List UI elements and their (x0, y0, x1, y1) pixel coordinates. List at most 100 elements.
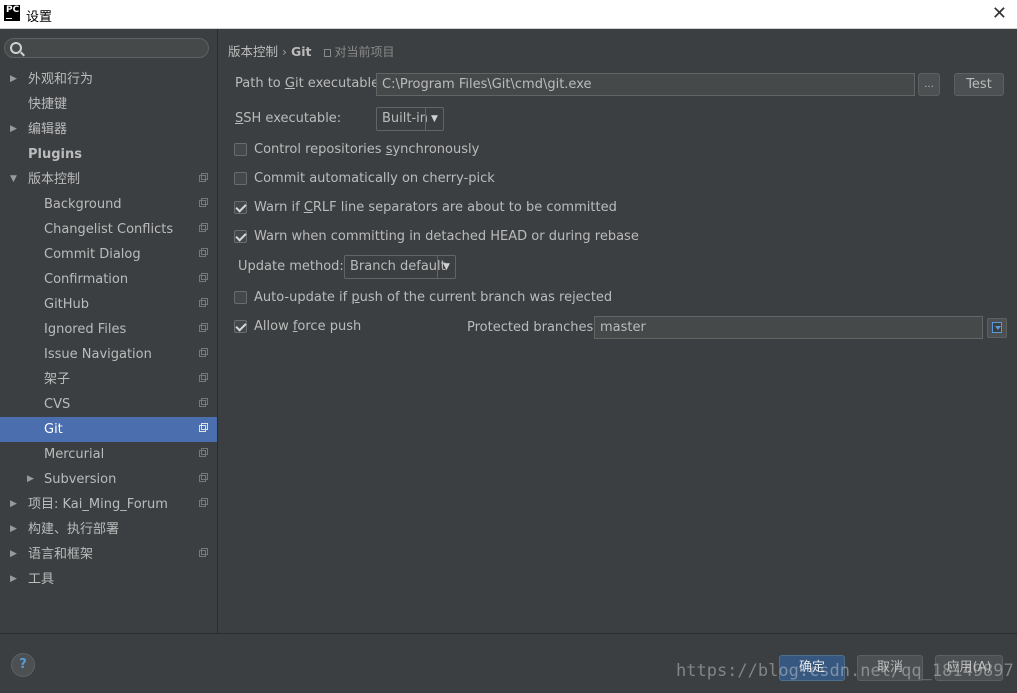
scope-label: 对当前项目 (334, 45, 395, 59)
sidebar-item-label: Ignored Files (44, 322, 127, 337)
settings-search-input[interactable] (4, 38, 209, 58)
git-path-label: Path to Git executable: (235, 76, 384, 91)
sidebar-item-label: 构建、执行部署 (28, 522, 120, 537)
sidebar-item[interactable]: Plugins (0, 142, 217, 167)
dialog-footer: ? 确定 取消 应用(A) https://blog.csdn.net/qq_1… (0, 633, 1017, 693)
chevron-right-icon[interactable]: ▶ (10, 517, 17, 542)
sidebar-item[interactable]: Background (0, 192, 217, 217)
chevron-right-icon[interactable]: ▶ (10, 567, 17, 592)
sidebar-item[interactable]: 快捷键 (0, 92, 217, 117)
scope-indicator: 对当前项目 (323, 45, 395, 59)
chevron-right-icon[interactable]: ▶ (10, 67, 17, 92)
sidebar-item-label: 架子 (44, 372, 71, 387)
project-scope-icon (199, 198, 208, 207)
checkbox[interactable] (234, 172, 247, 185)
sidebar-item[interactable]: Issue Navigation (0, 342, 217, 367)
sidebar-item[interactable]: Changelist Conflicts (0, 217, 217, 242)
cancel-button[interactable]: 取消 (857, 655, 923, 681)
project-scope-icon (199, 298, 208, 307)
project-scope-icon (199, 473, 208, 482)
sidebar-item[interactable]: ▶ 外观和行为 (0, 67, 217, 92)
sidebar-item-label: 版本控制 (28, 172, 81, 187)
option-label: Allow force push (254, 319, 362, 334)
sidebar-item-label: Issue Navigation (44, 347, 152, 362)
breadcrumb-parent[interactable]: 版本控制 (228, 44, 278, 59)
project-scope-icon (199, 448, 208, 457)
update-method-value: Branch default (350, 259, 446, 274)
sidebar-item[interactable]: ▶ 构建、执行部署 (0, 517, 217, 542)
apply-button[interactable]: 应用(A) (935, 655, 1003, 681)
checkbox[interactable] (234, 291, 247, 304)
project-scope-icon (199, 548, 208, 557)
ssh-executable-dropdown[interactable]: Built-in ▼ (376, 107, 444, 131)
project-scope-icon (199, 323, 208, 332)
checkbox[interactable] (234, 143, 247, 156)
sidebar-item[interactable]: ▶ 项目: Kai_Ming_Forum (0, 492, 217, 517)
git-path-field[interactable]: C:\Program Files\Git\cmd\git.exe (376, 73, 915, 96)
chevron-right-icon[interactable]: ▶ (10, 542, 17, 567)
chevron-down-icon: ▼ (425, 108, 443, 130)
sidebar-item-label: 快捷键 (28, 97, 68, 112)
browse-button[interactable]: ... (918, 73, 940, 96)
sidebar-item[interactable]: Git (0, 417, 217, 442)
project-scope-icon (199, 373, 208, 382)
sidebar-item-label: 外观和行为 (28, 72, 94, 87)
test-button[interactable]: Test (954, 73, 1004, 96)
chevron-right-icon[interactable]: ▶ (10, 492, 17, 517)
option-label: Warn if CRLF line separators are about t… (254, 200, 617, 215)
update-method-label: Update method: (238, 259, 344, 274)
checkbox[interactable] (234, 201, 247, 214)
sidebar-item-label: 工具 (28, 572, 55, 587)
title-bar: PC 设置 ✕ (0, 0, 1017, 29)
sidebar-item-label: Commit Dialog (44, 247, 141, 262)
breadcrumb-separator: › (282, 44, 288, 59)
pycharm-logo-icon: PC (4, 5, 20, 21)
sidebar-item-label: 项目: Kai_Ming_Forum (28, 497, 168, 512)
sidebar-item[interactable]: 架子 (0, 367, 217, 392)
breadcrumb-current: Git (291, 44, 312, 59)
sidebar-item[interactable]: ▼ 版本控制 (0, 167, 217, 192)
git-settings-panel: 版本控制 › Git 对当前项目 Path to Git executable: C… (218, 29, 1017, 633)
option-label: Control repositories synchronously (254, 142, 480, 157)
settings-tree: ▶ 外观和行为快捷键 ▶ 编辑器 Plugins ▼ 版本控制 Background Chang… (0, 67, 217, 592)
sidebar-item[interactable]: ▶ 工具 (0, 567, 217, 592)
sidebar-item-label: Changelist Conflicts (44, 222, 174, 237)
close-icon[interactable]: ✕ (992, 3, 1007, 24)
sidebar-item-label: 编辑器 (28, 122, 68, 137)
chevron-right-icon[interactable]: ▶ (27, 467, 34, 492)
chevron-down-icon: ▼ (437, 256, 455, 278)
sidebar-item[interactable]: ▶ Subversion (0, 467, 217, 492)
chevron-right-icon[interactable]: ▶ (10, 117, 17, 142)
chevron-down-icon[interactable]: ▼ (10, 167, 17, 192)
checkbox[interactable] (234, 320, 247, 333)
checkbox[interactable] (234, 230, 247, 243)
sidebar-item-label: Git (44, 422, 63, 437)
sidebar-item-label: 语言和框架 (28, 547, 94, 562)
sidebar-item[interactable]: Confirmation (0, 267, 217, 292)
protected-branches-field[interactable]: master (594, 316, 983, 339)
sidebar-item[interactable]: ▶ 语言和框架 (0, 542, 217, 567)
settings-sidebar: ▶ 外观和行为快捷键 ▶ 编辑器 Plugins ▼ 版本控制 Background Chang… (0, 29, 218, 633)
sidebar-item[interactable]: CVS (0, 392, 217, 417)
project-scope-icon (199, 498, 208, 507)
sidebar-item[interactable]: Ignored Files (0, 317, 217, 342)
sidebar-item[interactable]: Commit Dialog (0, 242, 217, 267)
sidebar-item[interactable]: ▶ 编辑器 (0, 117, 217, 142)
project-scope-icon (323, 49, 331, 57)
sidebar-item[interactable]: Mercurial (0, 442, 217, 467)
window-title: 设置 (26, 10, 53, 25)
sidebar-item-label: CVS (44, 397, 71, 412)
protected-branches-expand-button[interactable] (987, 318, 1007, 338)
help-button[interactable]: ? (11, 653, 35, 677)
project-scope-icon (199, 423, 208, 432)
update-method-dropdown[interactable]: Branch default ▼ (344, 255, 456, 279)
sidebar-item-label: Background (44, 197, 122, 212)
ssh-executable-label: SSH executable: (235, 111, 342, 126)
option-label: Warn when committing in detached HEAD or… (254, 229, 639, 244)
ok-button[interactable]: 确定 (779, 655, 845, 681)
protected-branches-label: Protected branches: (467, 320, 598, 335)
project-scope-icon (199, 398, 208, 407)
search-icon (10, 42, 22, 54)
sidebar-item[interactable]: GitHub (0, 292, 217, 317)
sidebar-item-label: Mercurial (44, 447, 105, 462)
